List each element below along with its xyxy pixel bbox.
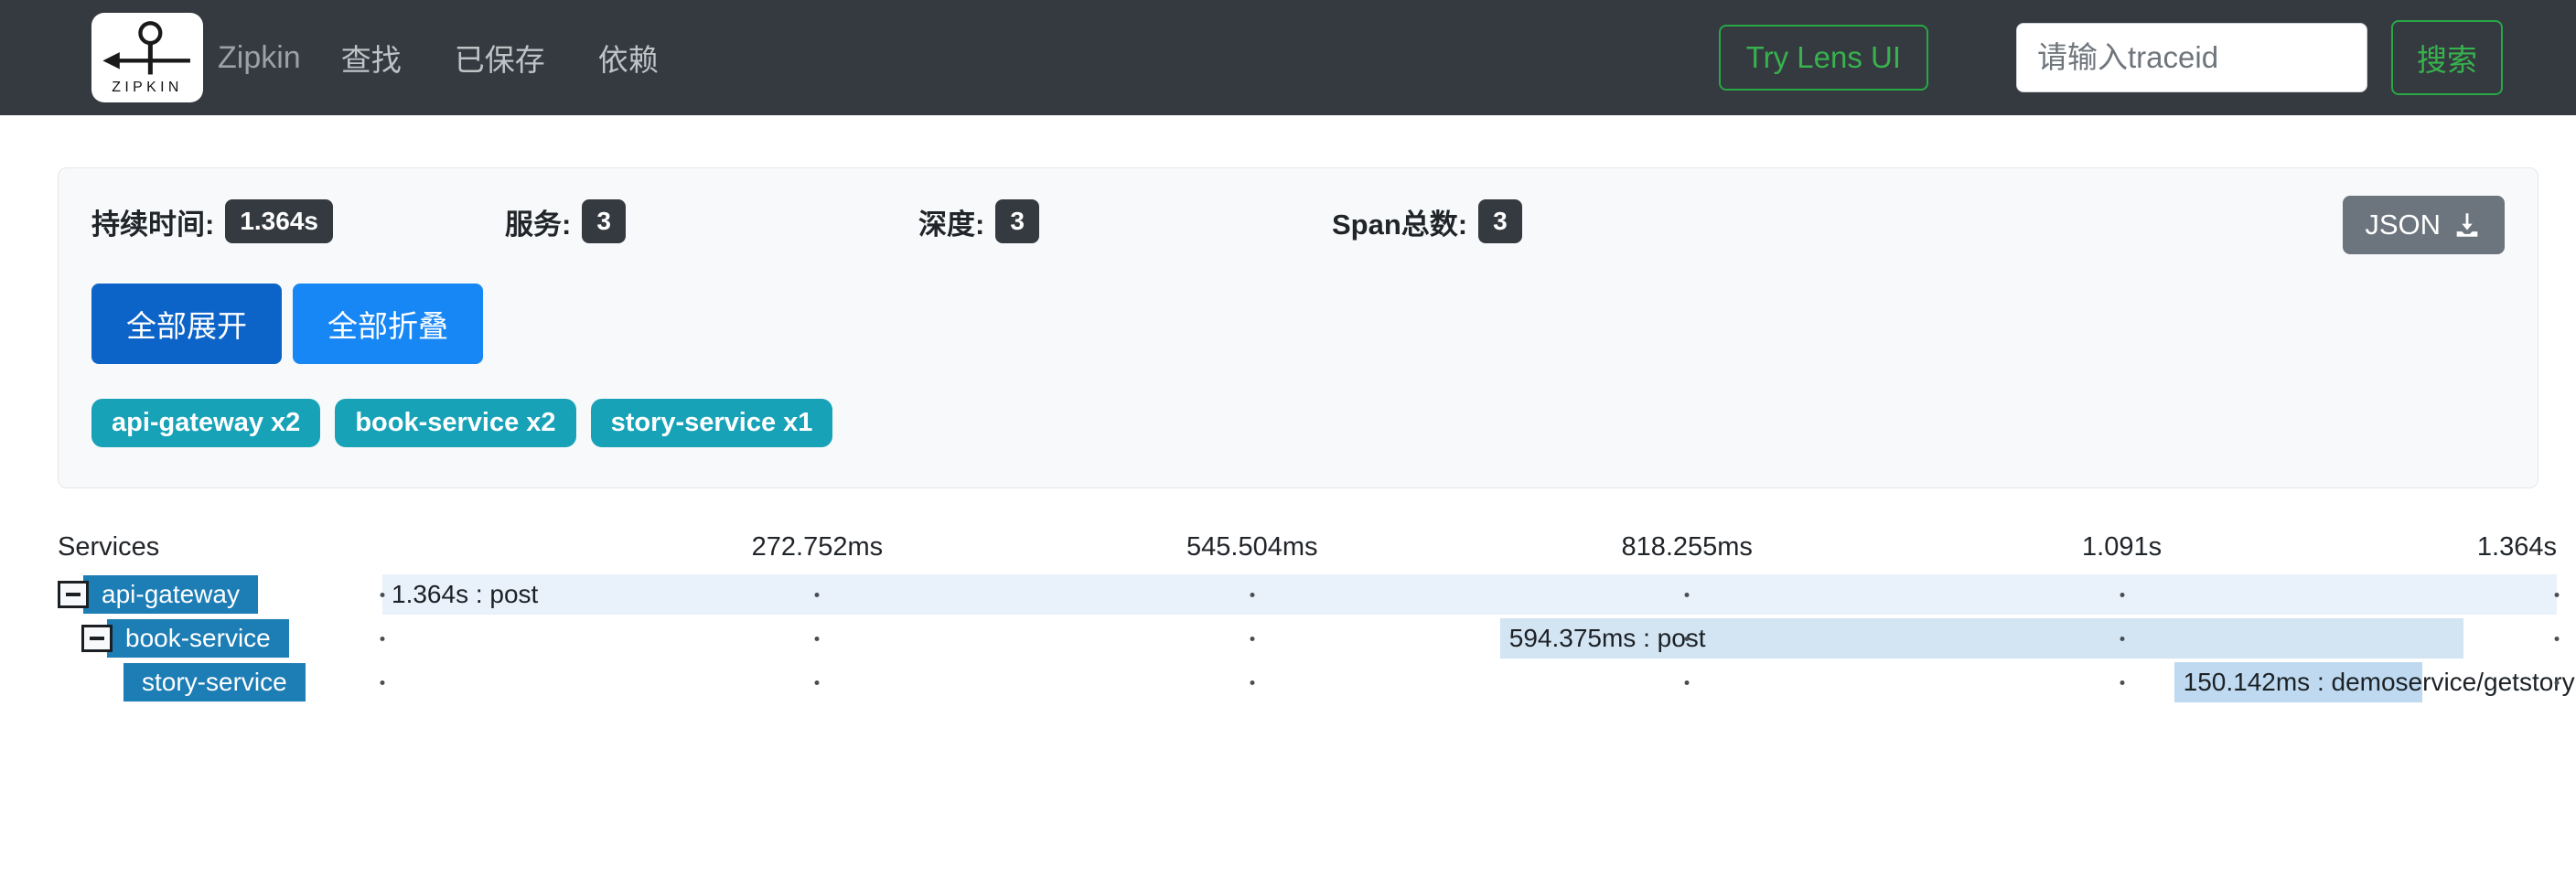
timeline-rows: api-gateway 1.364s : post book-service 594.… <box>58 573 2557 704</box>
svg-text:ZIPKIN: ZIPKIN <box>112 80 182 95</box>
service-name-label[interactable]: api-gateway <box>83 575 258 614</box>
stat-value-badge: 3 <box>582 199 626 243</box>
span-chart-cell: 1.364s : post <box>382 573 2557 616</box>
nav-links: 查找 已保存 依赖 <box>341 36 659 80</box>
service-cell-story-service: story-service <box>58 660 382 704</box>
service-cell-book-service: book-service <box>58 616 382 660</box>
span-row-book-service: book-service 594.375ms : post <box>58 616 2557 660</box>
timeline-tick-dot <box>2555 637 2560 641</box>
time-tick-label-1: 545.504ms <box>1186 532 1318 562</box>
span-chart-cell: 150.142ms : demoservice/getstory <box>382 660 2557 704</box>
service-cell-api-gateway: api-gateway <box>58 573 382 616</box>
trace-summary-panel: 持续时间: 1.364s 服务: 3 深度: 3 Span总数: 3 JSON 全部展开 全部… <box>58 167 2538 488</box>
timeline-tick-dot <box>1250 593 1254 597</box>
stat-value-badge: 3 <box>995 199 1039 243</box>
nav-link-2[interactable]: 依赖 <box>598 36 659 80</box>
collapse-toggle-icon[interactable] <box>81 625 113 652</box>
nav-link-0[interactable]: 查找 <box>341 36 402 80</box>
collapse-all-button[interactable]: 全部折叠 <box>293 284 483 364</box>
stat-label: 深度: <box>918 201 984 242</box>
zipkin-lollipop-icon: ZIPKIN <box>100 19 195 96</box>
timeline-tick-dot <box>1250 680 1254 685</box>
trace-stat-2: 深度: 3 <box>918 199 1332 243</box>
service-badge-1[interactable]: book-service x2 <box>335 399 575 447</box>
collapse-toggle-icon[interactable] <box>58 581 89 608</box>
timeline-tick-dot <box>2120 680 2124 685</box>
stat-value-badge: 1.364s <box>225 199 333 243</box>
span-bar-label: 1.364s : post <box>382 574 538 615</box>
span-row-story-service: story-service 150.142ms : demoservice/get… <box>58 660 2557 704</box>
timeline-tick-dot <box>2120 637 2124 641</box>
timeline-tick-dot <box>1685 680 1690 685</box>
timeline-tick-dot <box>2555 680 2560 685</box>
timeline-tick-dot <box>1250 637 1254 641</box>
stat-label: Span总数: <box>1332 201 1467 242</box>
time-tick-label-0: 272.752ms <box>752 532 884 562</box>
timeline-tick-dot <box>1685 593 1690 597</box>
trace-stat-3: Span总数: 3 <box>1332 199 1745 243</box>
service-cell-inner: api-gateway <box>58 575 258 614</box>
timeline-tick-dot <box>815 637 820 641</box>
time-tick-label-4: 1.364s <box>2477 532 2557 562</box>
service-badges-row: api-gateway x2 book-service x2 story-servi… <box>91 399 2505 447</box>
timeline-tick-dot <box>2555 593 2560 597</box>
traceid-search-input[interactable] <box>2016 23 2367 92</box>
timeline-tick-dot <box>2120 593 2124 597</box>
trace-stat-1: 服务: 3 <box>505 199 918 243</box>
expand-all-button[interactable]: 全部展开 <box>91 284 282 364</box>
nav-link-1[interactable]: 已保存 <box>455 36 545 80</box>
timeline-tick-dot <box>381 680 385 685</box>
service-name-label[interactable]: story-service <box>123 663 306 702</box>
stat-label: 持续时间: <box>91 201 214 242</box>
timeline-tick-dot <box>815 680 820 685</box>
span-bar-label: 150.142ms : demoservice/getstory <box>2174 662 2575 702</box>
timeline-tick-dot <box>815 593 820 597</box>
expand-collapse-row: 全部展开 全部折叠 <box>91 284 2505 364</box>
time-tick-label-3: 1.091s <box>2082 532 2162 562</box>
service-badge-0[interactable]: api-gateway x2 <box>91 399 320 447</box>
zipkin-logo[interactable]: ZIPKIN <box>91 13 203 102</box>
span-chart-cell: 594.375ms : post <box>382 616 2557 660</box>
trace-timeline: Services 272.752ms 545.504ms 818.255ms 1.09… <box>58 525 2557 704</box>
nav-right-group: Try Lens UI 搜索 <box>1719 20 2503 95</box>
service-cell-inner: story-service <box>123 663 306 702</box>
service-badge-2[interactable]: story-service x1 <box>591 399 833 447</box>
download-icon <box>2452 209 2483 241</box>
top-navbar: ZIPKIN Zipkin 查找 已保存 依赖 Try Lens UI 搜索 <box>0 0 2576 115</box>
json-button-label: JSON <box>2365 209 2441 241</box>
time-axis: 272.752ms 545.504ms 818.255ms 1.091s 1.364s <box>382 532 2557 569</box>
time-tick-label-2: 818.255ms <box>1621 532 1753 562</box>
service-name-label[interactable]: book-service <box>107 619 289 658</box>
trace-stat-0: 持续时间: 1.364s <box>91 199 505 243</box>
json-download-button[interactable]: JSON <box>2343 196 2505 254</box>
timeline-tick-dot <box>381 593 385 597</box>
stat-value-badge: 3 <box>1478 199 1522 243</box>
stat-label: 服务: <box>505 201 571 242</box>
service-cell-inner: book-service <box>81 619 289 658</box>
timeline-tick-dot <box>1685 637 1690 641</box>
span-bar-label: 594.375ms : post <box>1500 618 1706 659</box>
timeline-tick-dot <box>381 637 385 641</box>
trace-stats-row: 持续时间: 1.364s 服务: 3 深度: 3 Span总数: 3 <box>91 199 2505 243</box>
span-row-api-gateway: api-gateway 1.364s : post <box>58 573 2557 616</box>
services-column-header: Services <box>58 532 159 562</box>
search-button[interactable]: 搜索 <box>2391 20 2503 95</box>
try-lens-ui-button[interactable]: Try Lens UI <box>1719 25 1928 91</box>
span-duration-bar[interactable] <box>382 574 2557 615</box>
timeline-header: Services 272.752ms 545.504ms 818.255ms 1.09… <box>58 525 2557 573</box>
brand-title[interactable]: Zipkin <box>218 40 301 76</box>
